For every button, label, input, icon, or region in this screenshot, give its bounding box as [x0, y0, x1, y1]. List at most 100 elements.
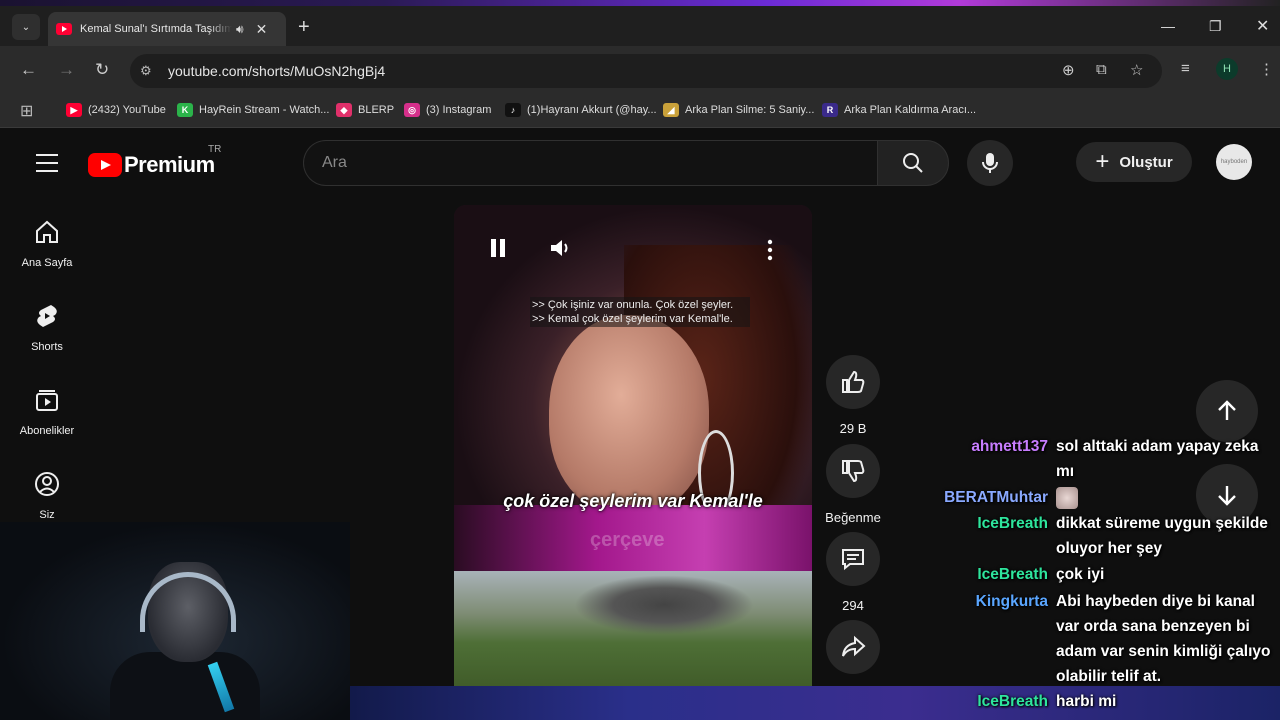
comment-icon	[842, 549, 864, 571]
voice-search-button[interactable]	[967, 140, 1013, 186]
shorts-player[interactable]: >> Çok işiniz var onunla. Çok özel şeyle…	[454, 205, 812, 690]
bookmark-label: Arka Plan Kaldırma Aracı...	[844, 104, 977, 116]
chat-text: çok iyi	[1056, 566, 1105, 583]
bookmark-item[interactable]: ▶ (2432) YouTube	[66, 103, 166, 117]
bookmark-item[interactable]: ◆ BLERP	[336, 103, 394, 117]
comments-button[interactable]: 294	[824, 532, 882, 613]
chat-username: IceBreath	[977, 566, 1048, 583]
forward-button[interactable]: →	[58, 60, 75, 80]
thumbs-down-icon	[842, 460, 865, 483]
home-icon	[36, 220, 58, 243]
watermark: çerçeve	[590, 529, 665, 551]
sidebar-item-shorts[interactable]: Shorts	[0, 302, 94, 353]
chat-username: BERATMuhtar	[944, 489, 1048, 506]
chat-username: IceBreath	[977, 515, 1048, 532]
dislike-button[interactable]: Beğenme	[824, 444, 882, 525]
tiktok-icon: ♪	[505, 103, 521, 117]
sidebar-label: Siz	[39, 509, 55, 521]
caption-line: >> Çok işiniz var onunla. Çok özel şeyle…	[532, 299, 734, 311]
chevron-down-icon: ⌄	[21, 21, 31, 33]
blerp-icon: ◆	[336, 103, 352, 117]
youtube-icon: ▶	[66, 103, 82, 117]
like-button[interactable]: 29 B	[824, 355, 882, 436]
chat-text: Abi haybeden diye bi kanal var orda sana…	[1056, 593, 1271, 685]
speaker-icon[interactable]: 🔊︎	[236, 22, 244, 37]
more-vertical-icon	[767, 239, 773, 261]
screen: ⌄ Kemal Sunal'ı Sırtımda Taşıdım Perran …	[0, 0, 1280, 720]
logo-text: Premium	[124, 152, 215, 177]
reload-button[interactable]: ↻	[95, 60, 109, 80]
sidebar-item-you[interactable]: Siz	[0, 470, 94, 521]
bookmark-star-icon[interactable]: ☆	[1130, 61, 1143, 79]
minimize-button[interactable]: —	[1161, 18, 1175, 34]
apps-grid-icon[interactable]: ⊞	[20, 101, 33, 121]
chat-username: IceBreath	[977, 693, 1048, 710]
sidebar-item-subscriptions[interactable]: Abonelikler	[0, 386, 94, 437]
like-count: 29 B	[839, 421, 867, 436]
address-bar[interactable]: ⚙︎ youtube.com/shorts/MuOsN2hgBj4 ⊕ ⧉ ☆	[130, 54, 1162, 88]
bookmark-item[interactable]: ◢ Arka Plan Silme: 5 Saniy...	[663, 103, 814, 117]
previous-short-button[interactable]	[1196, 380, 1258, 442]
browser-titlebar: ⌄ Kemal Sunal'ı Sırtımda Taşıdım Perran …	[0, 6, 1280, 46]
instagram-icon: ◎	[404, 103, 420, 117]
back-button[interactable]: ←	[20, 60, 37, 80]
shorts-icon	[37, 305, 57, 327]
chat-text: sol alttaki adam yapay zeka mı	[1056, 438, 1259, 480]
chat-emote-wrap	[1056, 485, 1278, 510]
create-button[interactable]: + Oluştur	[1076, 142, 1192, 182]
profile-avatar[interactable]: H	[1216, 58, 1238, 80]
share-icon	[842, 635, 866, 657]
video-face-shape	[549, 315, 709, 515]
pause-button[interactable]	[488, 237, 508, 265]
bookmark-label: HayRein Stream - Watch...	[199, 104, 330, 116]
more-options-button[interactable]	[766, 239, 774, 267]
comment-count: 294	[842, 598, 864, 613]
restore-button[interactable]: ❐	[1209, 18, 1222, 35]
sidebar-item-home[interactable]: Ana Sayfa	[0, 218, 94, 269]
bookmark-label: Arka Plan Silme: 5 Saniy...	[685, 104, 815, 116]
microphone-icon	[982, 153, 998, 173]
close-window-button[interactable]: ✕	[1256, 16, 1269, 36]
streamer-body-shape	[110, 652, 260, 720]
youtube-logo[interactable]: Premium TR	[88, 144, 221, 178]
remove-bg-tool-icon: R	[822, 103, 838, 117]
search-input[interactable]: Ara	[303, 140, 877, 186]
new-tab-button[interactable]: +	[298, 16, 310, 39]
create-label: Oluştur	[1119, 153, 1173, 171]
share-button[interactable]	[824, 620, 882, 674]
browser-toolbar: ← → ↻ ⚙︎ youtube.com/shorts/MuOsN2hgBj4 …	[0, 46, 1280, 94]
user-avatar[interactable]: hayboden	[1216, 144, 1252, 180]
bookmark-item[interactable]: R Arka Plan Kaldırma Aracı...	[822, 103, 976, 117]
burned-caption: çok özel şeylerim var Kemal'le	[503, 491, 763, 511]
hamburger-menu-icon[interactable]	[36, 154, 58, 178]
sidebar-label: Ana Sayfa	[21, 257, 73, 269]
media-control-icon[interactable]: ≡	[1181, 60, 1190, 77]
chat-username: Kingkurta	[975, 593, 1048, 610]
site-info-icon[interactable]: ⚙︎	[140, 63, 156, 79]
browser-tab[interactable]: Kemal Sunal'ı Sırtımda Taşıdım Perran Ku…	[48, 12, 286, 46]
tab-search-button[interactable]: ⌄	[12, 14, 40, 40]
chat-username: ahmett137	[971, 438, 1048, 455]
zoom-icon[interactable]: ⊕	[1062, 61, 1075, 79]
url-text: youtube.com/shorts/MuOsN2hgBj4	[168, 63, 386, 79]
bookmarks-bar: ⊞ ▶ (2432) YouTube K HayRein Stream - Watc…	[0, 94, 1280, 128]
install-app-icon[interactable]: ⧉	[1096, 61, 1107, 78]
search-placeholder: Ara	[322, 154, 347, 171]
bookmark-label: (1)Hayranı Akkurt (@hay...	[527, 104, 657, 116]
close-tab-icon[interactable]: ✕	[256, 21, 268, 38]
search-button[interactable]	[877, 140, 949, 186]
sidebar-label: Abonelikler	[19, 425, 75, 437]
bookmark-item[interactable]: ◎ (3) Instagram	[404, 103, 491, 117]
thumbs-up-icon	[842, 370, 865, 393]
bookmark-item[interactable]: ♪ (1)Hayranı Akkurt (@hay...	[505, 103, 657, 117]
pause-icon	[491, 239, 505, 257]
account-icon	[35, 472, 59, 496]
volume-button[interactable]	[548, 237, 572, 265]
bookmark-item[interactable]: K HayRein Stream - Watch...	[177, 103, 329, 117]
search-icon	[903, 153, 923, 173]
more-menu-icon[interactable]: ⋮	[1259, 60, 1274, 78]
arrow-up-icon	[1218, 400, 1236, 420]
region-code: TR	[208, 144, 222, 155]
tab-title: Kemal Sunal'ı Sırtımda Taşıdım Perran Ku…	[80, 23, 232, 35]
webcam-overlay	[0, 522, 350, 720]
